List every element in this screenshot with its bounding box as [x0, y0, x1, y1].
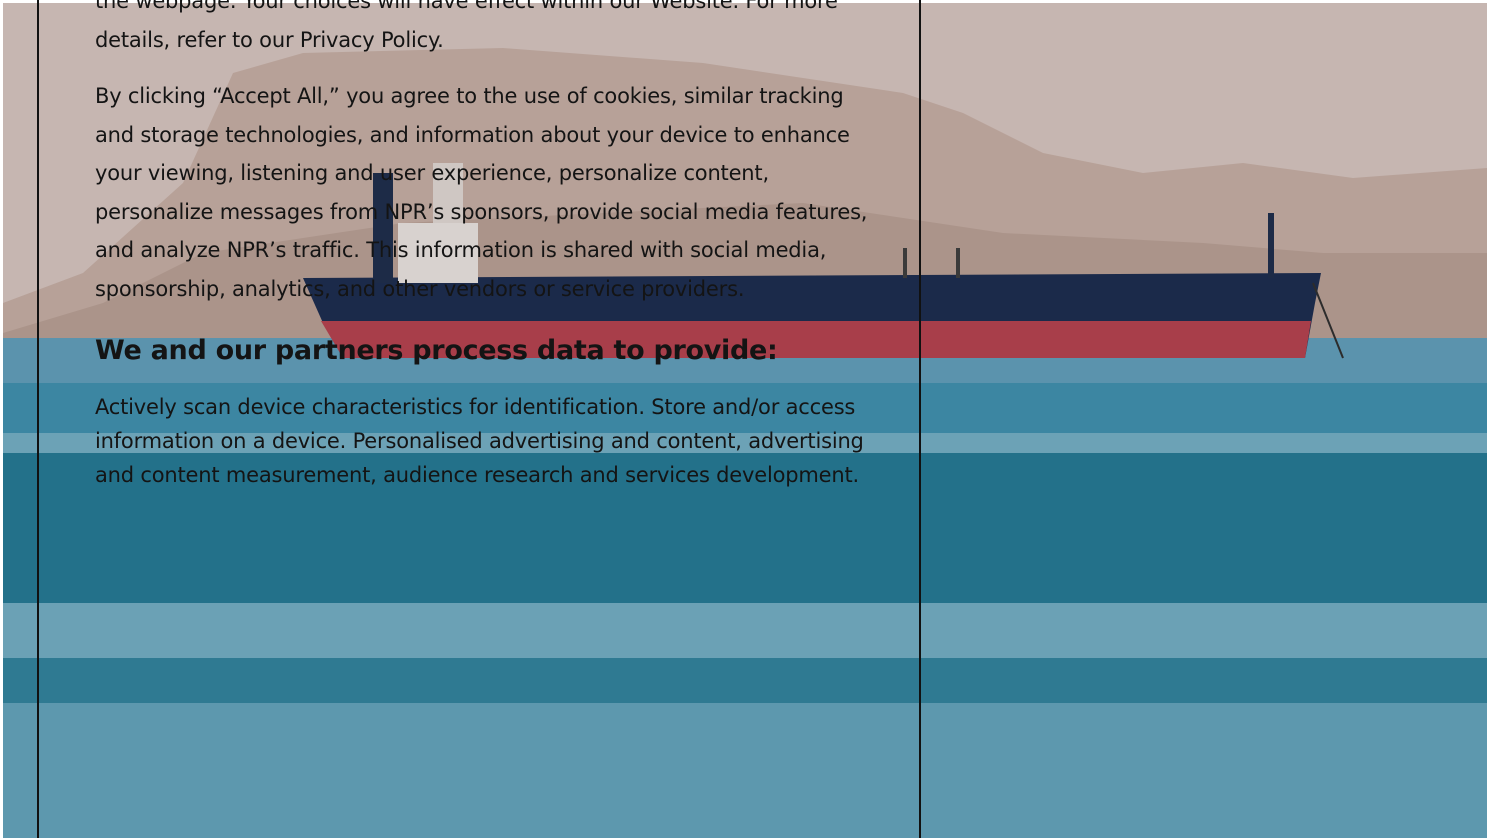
purposes-text: Actively scan device characteristics for… [95, 395, 864, 487]
cookie-consent-dialog: the webpage. Your choices will have effe… [37, 0, 921, 838]
page: the webpage. Your choices will have effe… [0, 0, 1496, 838]
purposes-heading: We and our partners process data to prov… [95, 335, 778, 366]
consent-accept-text: By clicking “Accept All,” you agree to t… [95, 84, 868, 301]
consent-intro-text: the webpage. Your choices will have effe… [95, 0, 838, 52]
consent-content: the webpage. Your choices will have effe… [95, 0, 870, 492]
